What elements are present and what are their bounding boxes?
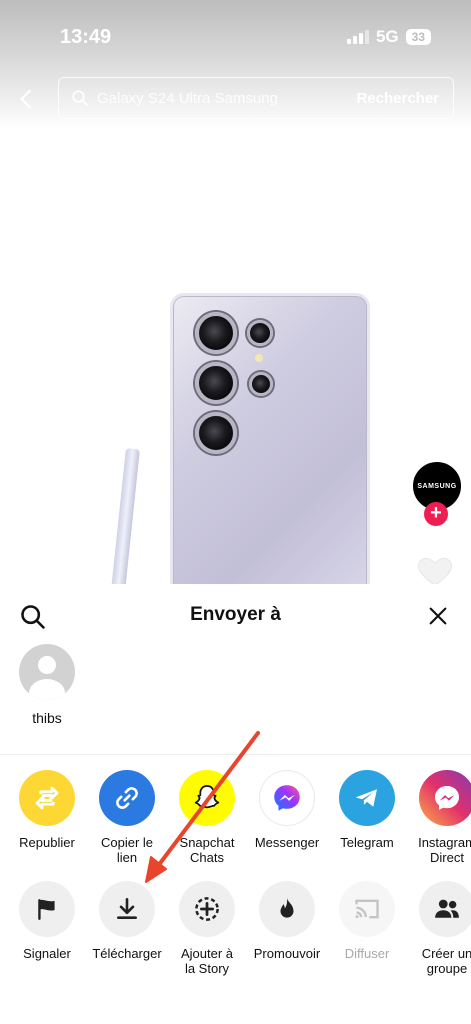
share-republier[interactable]: Republier [2, 770, 92, 850]
share-label: Messenger [254, 835, 320, 850]
action-download[interactable]: Télécharger [82, 881, 172, 961]
instagram-icon [419, 770, 471, 826]
share-messenger[interactable]: Messenger [242, 770, 332, 850]
action-label: Télécharger [92, 946, 162, 961]
signal-icon [346, 30, 369, 44]
action-cast: Diffuser [322, 881, 412, 961]
flame-icon [259, 881, 315, 937]
network-type: 5G [375, 27, 399, 46]
share-copy-link[interactable]: Copier le lien [82, 770, 172, 865]
share-label: Telegram [340, 835, 394, 850]
contact-item[interactable]: thibs [19, 644, 79, 726]
download-icon [99, 881, 155, 937]
search-input[interactable]: Galaxy S24 Ultra Samsung Rechercher [58, 77, 454, 119]
share-apps-row: Republier Copier le lien Snapchat Chats … [0, 770, 471, 870]
snapchat-icon [179, 770, 235, 826]
add-story-icon [179, 881, 235, 937]
action-label: Diffuser [344, 946, 390, 961]
contact-name: thibs [32, 710, 62, 726]
action-label: Signaler [23, 946, 71, 961]
follow-button[interactable]: + [424, 502, 448, 526]
telegram-icon [339, 770, 395, 826]
avatar [19, 644, 75, 700]
action-add-story[interactable]: Ajouter à la Story [162, 881, 252, 976]
share-sheet: Envoyer à thibs Republier Copier le lien [0, 584, 471, 1024]
messenger-icon [259, 770, 315, 826]
share-label: Republier [19, 835, 75, 850]
cast-icon [339, 881, 395, 937]
share-label: Copier le lien [100, 835, 154, 865]
sheet-title: Envoyer à [190, 604, 281, 625]
flag-icon [19, 881, 75, 937]
status-indicators: 5G 33 [346, 27, 431, 47]
close-icon[interactable] [427, 605, 449, 627]
action-label: Ajouter à la Story [180, 946, 234, 976]
search-query: Galaxy S24 Ultra Samsung [97, 89, 278, 107]
repost-icon [19, 770, 75, 826]
share-label: Instagram Direct [418, 835, 471, 865]
link-icon [99, 770, 155, 826]
status-time: 13:49 [60, 26, 112, 48]
share-instagram[interactable]: Instagram Direct [402, 770, 471, 865]
s-pen-image [111, 448, 140, 590]
action-create-group[interactable]: Créer un groupe [402, 881, 471, 976]
search-button[interactable]: Rechercher [356, 90, 453, 107]
group-icon [419, 881, 471, 937]
action-label: Promouvoir [253, 946, 321, 961]
actions-row: Signaler Télécharger Ajouter à la Story … [0, 881, 471, 981]
divider [0, 754, 471, 755]
battery-icon: 33 [405, 29, 431, 45]
back-icon[interactable] [16, 88, 38, 110]
phone-image [170, 293, 370, 590]
search-icon [72, 90, 88, 106]
action-label: Créer un groupe [421, 946, 471, 976]
share-telegram[interactable]: Telegram [322, 770, 412, 850]
action-promote[interactable]: Promouvoir [242, 881, 332, 961]
action-report[interactable]: Signaler [2, 881, 92, 961]
share-snapchat[interactable]: Snapchat Chats [162, 770, 252, 865]
share-label: Snapchat Chats [179, 835, 235, 865]
